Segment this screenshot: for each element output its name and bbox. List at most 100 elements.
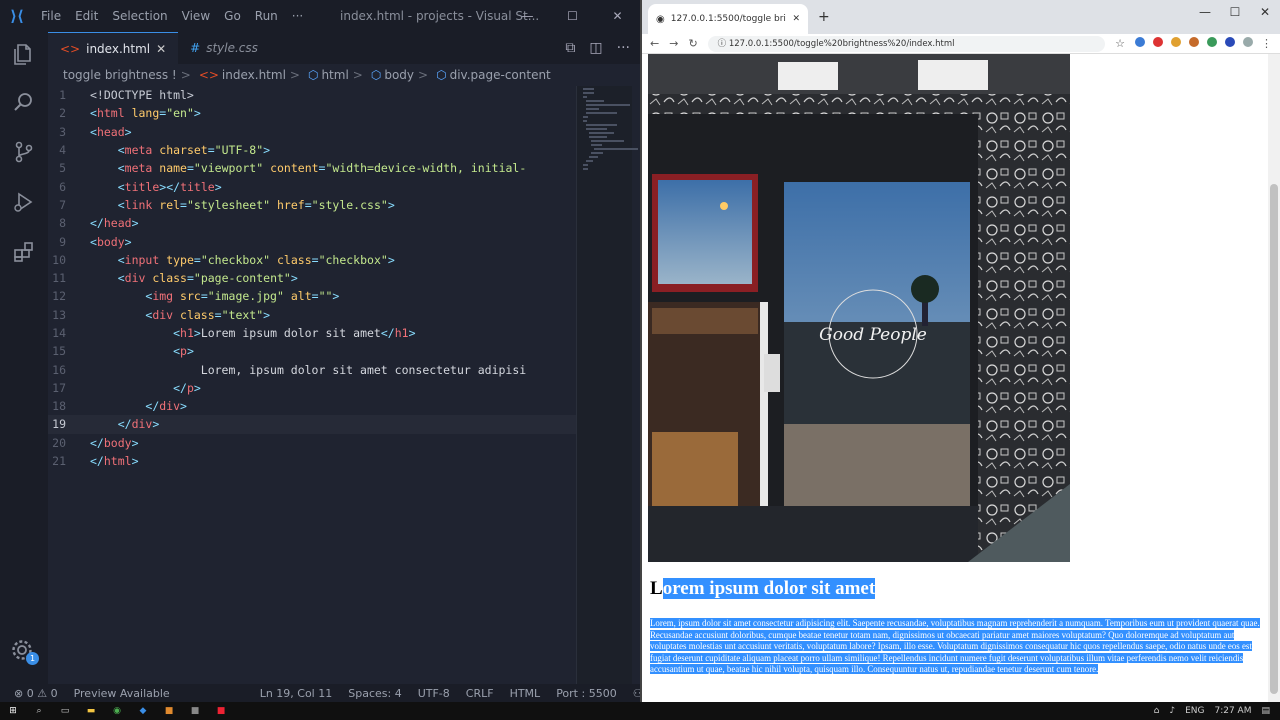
clock[interactable]: 7:27 AM bbox=[1214, 706, 1251, 716]
code-text: <!DOCTYPE html> bbox=[90, 88, 194, 103]
extension-icon[interactable] bbox=[1153, 37, 1163, 47]
search-icon[interactable] bbox=[12, 90, 36, 114]
code-line[interactable]: 2 <html lang="en"> bbox=[48, 104, 576, 122]
code-line[interactable]: 17 </p> bbox=[48, 379, 576, 397]
settings-gear-icon[interactable]: 1 bbox=[10, 638, 39, 666]
code-line[interactable]: 5 <meta name="viewport" content="width=d… bbox=[48, 159, 576, 177]
line-number: 5 bbox=[59, 161, 66, 176]
problems-indicator[interactable]: ⊗ 0 ⚠ 0 bbox=[0, 687, 66, 700]
bookmark-star-icon[interactable]: ☆ bbox=[1115, 37, 1125, 50]
code-line[interactable]: 18 </div> bbox=[48, 397, 576, 415]
tab-style-css[interactable]: # style.css bbox=[178, 32, 270, 64]
code-line[interactable]: 4 <meta charset="UTF-8"> bbox=[48, 141, 576, 159]
language-indicator[interactable]: ENG bbox=[1185, 706, 1204, 716]
forward-icon[interactable]: → bbox=[669, 37, 678, 50]
close-icon[interactable]: ✕ bbox=[1250, 0, 1280, 24]
language-mode[interactable]: HTML bbox=[502, 687, 549, 700]
source-control-icon[interactable] bbox=[12, 140, 36, 164]
menu-item[interactable]: Edit bbox=[68, 9, 105, 23]
new-tab-icon[interactable]: + bbox=[818, 9, 830, 25]
code-line[interactable]: 21 </html> bbox=[48, 452, 576, 470]
file-explorer-icon[interactable]: ▬ bbox=[78, 706, 104, 716]
page-scrollbar[interactable] bbox=[1268, 54, 1280, 702]
app-icon[interactable]: ■ bbox=[208, 706, 234, 716]
activity-bar: 1 bbox=[0, 32, 48, 684]
extension-icon[interactable] bbox=[1207, 37, 1217, 47]
line-number: 13 bbox=[52, 307, 66, 322]
code-line[interactable]: 12 <img src="image.jpg" alt=""> bbox=[48, 287, 576, 305]
maximize-icon[interactable]: ☐ bbox=[1220, 0, 1250, 24]
minimap[interactable] bbox=[576, 86, 639, 684]
cursor-position[interactable]: Ln 19, Col 11 bbox=[252, 687, 341, 700]
breadcrumb-item[interactable]: index.html bbox=[222, 68, 286, 82]
app-icon[interactable]: ■ bbox=[182, 706, 208, 716]
breadcrumb-item[interactable]: div.page-content bbox=[450, 68, 551, 82]
code-line[interactable]: 1 <!DOCTYPE html> bbox=[48, 86, 576, 104]
code-line[interactable]: 7 <link rel="stylesheet" href="style.css… bbox=[48, 196, 576, 214]
open-preview-icon[interactable]: ⧉ bbox=[565, 40, 575, 56]
encoding[interactable]: UTF-8 bbox=[410, 687, 458, 700]
live-server-port[interactable]: Port : 5500 bbox=[548, 687, 625, 700]
code-line[interactable]: 14 <h1>Lorem ipsum dolor sit amet</h1> bbox=[48, 324, 576, 342]
task-view-icon[interactable]: ▭ bbox=[52, 706, 78, 716]
windows-start-icon[interactable]: ⊞ bbox=[0, 706, 26, 716]
explorer-icon[interactable] bbox=[12, 42, 36, 66]
breadcrumb-item[interactable]: body bbox=[384, 68, 414, 82]
menu-kebab-icon[interactable]: ⋮ bbox=[1261, 37, 1272, 50]
more-actions-icon[interactable]: ··· bbox=[617, 40, 630, 56]
indentation[interactable]: Spaces: 4 bbox=[340, 687, 409, 700]
code-line[interactable]: 16 Lorem, ipsum dolor sit amet consectet… bbox=[48, 360, 576, 378]
close-tab-icon[interactable]: ✕ bbox=[156, 42, 166, 56]
code-line[interactable]: 3 <head> bbox=[48, 123, 576, 141]
close-tab-icon[interactable]: ✕ bbox=[792, 14, 800, 24]
extension-icon[interactable] bbox=[1171, 37, 1181, 47]
search-icon[interactable]: ⌕ bbox=[26, 706, 52, 716]
menu-item[interactable]: Go bbox=[217, 9, 248, 23]
code-line[interactable]: 8 </head> bbox=[48, 214, 576, 232]
reload-icon[interactable]: ↻ bbox=[688, 37, 697, 50]
profile-icon[interactable] bbox=[1243, 37, 1253, 47]
menu-item[interactable]: View bbox=[175, 9, 217, 23]
code-line[interactable]: 19 </div> bbox=[48, 415, 576, 434]
extension-icon[interactable] bbox=[1189, 37, 1199, 47]
code-line[interactable]: 10 <input type="checkbox" class="checkbo… bbox=[48, 251, 576, 269]
address-bar[interactable]: ⓘ 127.0.0.1:5500/toggle%20brightness%20/… bbox=[707, 35, 1106, 52]
menu-item[interactable]: ··· bbox=[285, 9, 310, 23]
network-icon[interactable]: ⌂ bbox=[1154, 706, 1160, 716]
back-icon[interactable]: ← bbox=[650, 37, 659, 50]
menu-item[interactable]: Selection bbox=[105, 9, 174, 23]
menu-item[interactable]: File bbox=[34, 9, 68, 23]
minimap-line bbox=[591, 140, 625, 142]
close-icon[interactable]: ✕ bbox=[595, 0, 640, 32]
vscode-taskbar-icon[interactable]: ◆ bbox=[130, 706, 156, 716]
extension-icon[interactable] bbox=[1225, 37, 1235, 47]
extensions-icon[interactable] bbox=[12, 240, 36, 264]
element-icon: ⬡ bbox=[370, 68, 382, 82]
split-editor-icon[interactable]: ◫ bbox=[589, 40, 602, 56]
maximize-icon[interactable]: ☐ bbox=[550, 0, 595, 32]
code-line[interactable]: 20 </body> bbox=[48, 434, 576, 452]
minimize-icon[interactable]: — bbox=[1190, 0, 1220, 24]
code-line[interactable]: 15 <p> bbox=[48, 342, 576, 360]
code-line[interactable]: 6 <title></title> bbox=[48, 177, 576, 195]
tab-index-html[interactable]: <> index.html ✕ bbox=[48, 32, 179, 64]
minimap-line bbox=[594, 148, 639, 150]
code-line[interactable]: 13 <div class="text"> bbox=[48, 306, 576, 324]
line-ending[interactable]: CRLF bbox=[458, 687, 502, 700]
code-line[interactable]: 9 <body> bbox=[48, 232, 576, 250]
app-icon[interactable]: ■ bbox=[156, 706, 182, 716]
scrollbar-thumb[interactable] bbox=[1270, 184, 1278, 694]
browser-tab[interactable]: ◉ 127.0.0.1:5500/toggle brightness ✕ bbox=[648, 4, 808, 34]
preview-status[interactable]: Preview Available bbox=[66, 687, 178, 700]
extension-icon[interactable] bbox=[1135, 37, 1145, 47]
breadcrumb-item[interactable]: html bbox=[321, 68, 348, 82]
notification-center-icon[interactable]: ▤ bbox=[1261, 706, 1270, 716]
run-debug-icon[interactable] bbox=[12, 190, 36, 214]
chrome-icon[interactable]: ◉ bbox=[104, 706, 130, 716]
minimize-icon[interactable]: — bbox=[505, 0, 550, 32]
code-editor[interactable]: 1 <!DOCTYPE html> 2 <html lang="en"> 3 <head>… bbox=[48, 86, 576, 684]
breadcrumb-item[interactable]: toggle brightness ! bbox=[63, 68, 177, 82]
menu-item[interactable]: Run bbox=[248, 9, 285, 23]
volume-icon[interactable]: ♪ bbox=[1169, 706, 1175, 716]
code-line[interactable]: 11 <div class="page-content"> bbox=[48, 269, 576, 287]
